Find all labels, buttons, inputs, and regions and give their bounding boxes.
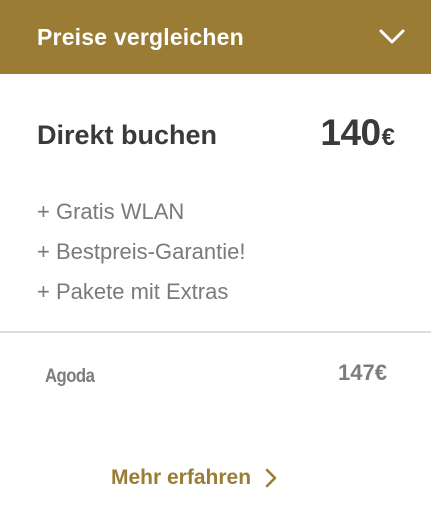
chevron-down-icon[interactable]	[377, 27, 407, 47]
provider-price: 147€	[338, 360, 387, 385]
header-title: Preise vergleichen	[37, 23, 244, 50]
price-comparison-widget: Preise vergleichen Direkt buchen 140€ + …	[0, 0, 431, 526]
provider-row-agoda[interactable]: Agoda 147€	[45, 358, 387, 392]
provider-logo-agoda: Agoda	[45, 366, 95, 387]
feature-list: + Gratis WLAN + Bestpreis-Garantie! + Pa…	[37, 194, 245, 314]
divider	[0, 331, 431, 333]
more-info-link[interactable]: Mehr erfahren	[111, 466, 279, 490]
direct-booking-row: Direkt buchen 140€	[37, 112, 399, 162]
more-info-label: Mehr erfahren	[111, 466, 252, 489]
direct-booking-price: 140€	[320, 112, 395, 154]
feature-item: + Pakete mit Extras	[37, 279, 229, 304]
direct-price-currency: €	[381, 124, 395, 151]
direct-booking-label: Direkt buchen	[37, 120, 218, 150]
chevron-right-icon	[265, 467, 279, 489]
direct-price-amount: 140	[320, 112, 381, 153]
feature-item: + Gratis WLAN	[37, 199, 185, 224]
price-comparison-header[interactable]: Preise vergleichen	[0, 0, 431, 74]
feature-item: + Bestpreis-Garantie!	[37, 239, 246, 264]
